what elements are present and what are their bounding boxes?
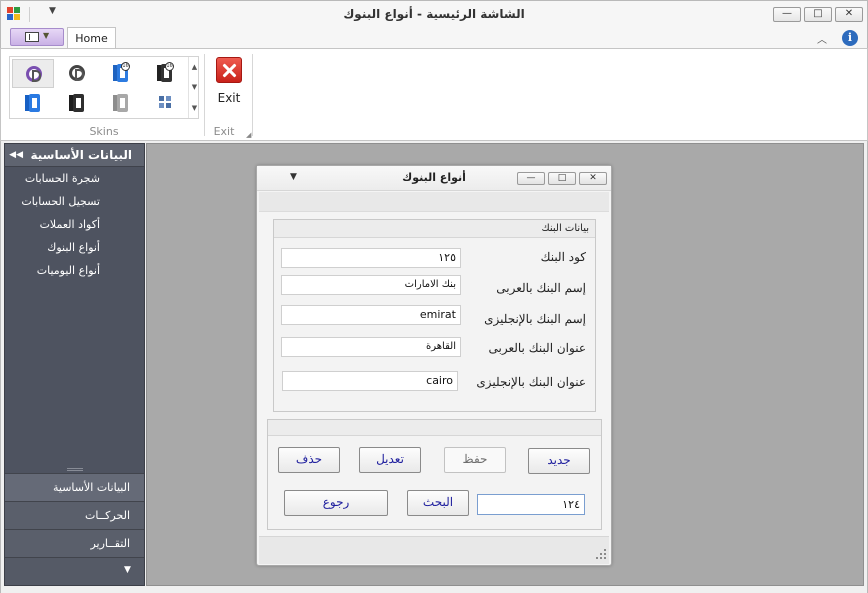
form-status-bar <box>259 536 609 564</box>
window-title: الشاشة الرئيسية - أنواع البنوك <box>343 7 525 21</box>
exit-icon <box>216 57 242 83</box>
nav-item-currency-codes[interactable]: أكواد العملات <box>5 214 144 236</box>
chevron-down-icon: ▼ <box>43 31 50 40</box>
new-button[interactable]: جديد <box>528 448 590 474</box>
actions-panel-header <box>268 420 601 436</box>
bank-address-ar-field[interactable]: القاهرة <box>281 337 461 357</box>
ribbon-collapse-icon[interactable]: ︿ <box>815 31 829 46</box>
bank-code-field[interactable]: ١٢٥ <box>281 248 461 268</box>
bank-address-ar-label: عنوان البنك بالعربى <box>488 341 586 355</box>
skin-item[interactable] <box>12 59 54 88</box>
bank-code-label: كود البنك <box>540 250 586 264</box>
office-gray-icon <box>113 94 129 112</box>
minimize-button[interactable]: — <box>773 7 801 22</box>
nav-group-header: البيانات الأساسية ◀◀ <box>5 144 144 167</box>
nav-splitter[interactable] <box>67 468 83 471</box>
form-toolbar-strip <box>259 192 609 212</box>
metro-tiles-icon <box>159 96 172 109</box>
skin-item[interactable] <box>144 89 186 118</box>
nav-header-title: البيانات الأساسية <box>30 148 132 162</box>
nav-group-reports[interactable]: التقــارير <box>5 529 144 557</box>
skin-item[interactable]: 16 <box>100 59 142 88</box>
navigation-bar: البيانات الأساسية ◀◀ شجرة الحسابات تسجيل… <box>4 143 145 586</box>
resize-grip-icon[interactable] <box>596 549 606 559</box>
main-title-bar: ▼ الشاشة الرئيسية - أنواع البنوك — □ ✕ <box>0 0 868 27</box>
bank-name-en-label: إسم البنك بالإنجليزى <box>484 312 586 326</box>
ribbon-tab-row: ▼ Home ︿ i <box>0 27 868 50</box>
bank-types-form: ▼ أنواع البنوك — □ ✕ بيانات البنك كود ال… <box>256 165 612 566</box>
scroll-up-icon[interactable]: ▲ <box>190 63 199 71</box>
form-maximize-button[interactable]: □ <box>548 172 576 185</box>
group-label-skins: Skins <box>89 125 119 138</box>
form-close-button[interactable]: ✕ <box>579 172 607 185</box>
nav-overflow[interactable]: ▼ <box>5 557 144 585</box>
form-minimize-button[interactable]: — <box>517 172 545 185</box>
skin-item[interactable] <box>100 89 142 118</box>
exit-button[interactable]: Exit <box>211 54 247 112</box>
version-badge-icon: 16 <box>121 62 130 71</box>
save-button[interactable]: حفظ <box>444 447 506 473</box>
bank-name-en-field[interactable]: emirat <box>281 305 461 325</box>
bank-address-en-label: عنوان البنك بالإنجليزى <box>476 375 586 389</box>
skin-item[interactable] <box>56 59 98 88</box>
maximize-button[interactable]: □ <box>804 7 832 22</box>
office-black-icon <box>69 94 85 112</box>
minimize-icon: — <box>782 8 792 19</box>
skin-item[interactable] <box>56 89 98 118</box>
application-menu-icon <box>25 32 39 42</box>
close-icon: ✕ <box>844 8 854 19</box>
skin-item[interactable]: 16 <box>144 59 186 88</box>
info-icon[interactable]: i <box>842 30 858 46</box>
ribbon-page: 16 16 ▲ ▼ ▼ Skins Exit Exit ◢ <box>0 48 868 141</box>
dialog-launcher-icon[interactable]: ◢ <box>246 131 251 139</box>
maximize-icon: □ <box>813 8 823 19</box>
skin-item[interactable] <box>12 89 54 118</box>
chevron-down-icon[interactable]: ▼ <box>124 565 131 575</box>
close-button[interactable]: ✕ <box>835 7 863 22</box>
group-label-exit: Exit <box>213 125 235 138</box>
back-button[interactable]: رجوع <box>284 490 388 516</box>
application-menu-button[interactable]: ▼ <box>10 28 64 46</box>
gallery-expand-icon[interactable]: ▼ <box>190 104 199 112</box>
nav-item-bank-types[interactable]: أنواع البنوك <box>5 237 144 259</box>
gallery-scrollbar[interactable]: ▲ ▼ ▼ <box>188 57 199 118</box>
groupbox-caption: بيانات البنك <box>274 220 595 238</box>
form-title-bar: ▼ أنواع البنوك — □ ✕ <box>257 166 611 191</box>
nav-group-basic-data[interactable]: البيانات الأساسية <box>5 473 144 501</box>
maximize-icon: □ <box>557 173 567 183</box>
skin-gallery[interactable]: 16 16 ▲ ▼ ▼ <box>9 56 199 119</box>
nav-group-transactions[interactable]: الحركــات <box>5 501 144 529</box>
exit-button-label: Exit <box>217 91 241 105</box>
office-blue-icon <box>25 94 41 112</box>
bank-name-ar-label: إسم البنك بالعربى <box>496 281 586 295</box>
edit-button[interactable]: تعديل <box>359 447 421 473</box>
close-icon: ✕ <box>589 173 597 183</box>
office-2019-colorful-icon <box>26 66 42 82</box>
nav-item-chart-of-accounts[interactable]: شجرة الحسابات <box>5 168 144 190</box>
office-2019-black-icon <box>69 65 85 81</box>
bank-address-en-field[interactable]: cairo <box>282 371 458 391</box>
search-button[interactable]: البحث <box>407 490 469 516</box>
minimize-icon: — <box>526 173 536 183</box>
bank-data-groupbox: بيانات البنك كود البنك ١٢٥ إسم البنك بال… <box>273 219 596 412</box>
nav-item-journal-types[interactable]: أنواع اليوميات <box>5 260 144 282</box>
collapse-left-icon[interactable]: ◀◀ <box>9 150 23 160</box>
version-badge-icon: 16 <box>165 62 174 71</box>
delete-button[interactable]: حذف <box>278 447 340 473</box>
group-divider <box>204 54 205 136</box>
search-input[interactable]: ١٢٤ <box>477 494 585 515</box>
scroll-down-icon[interactable]: ▼ <box>190 83 199 91</box>
bank-name-ar-field[interactable]: بنك الامارات <box>281 275 461 295</box>
tab-home[interactable]: Home <box>67 27 116 50</box>
group-divider <box>252 54 253 136</box>
nav-item-account-registration[interactable]: تسجيل الحسابات <box>5 191 144 213</box>
